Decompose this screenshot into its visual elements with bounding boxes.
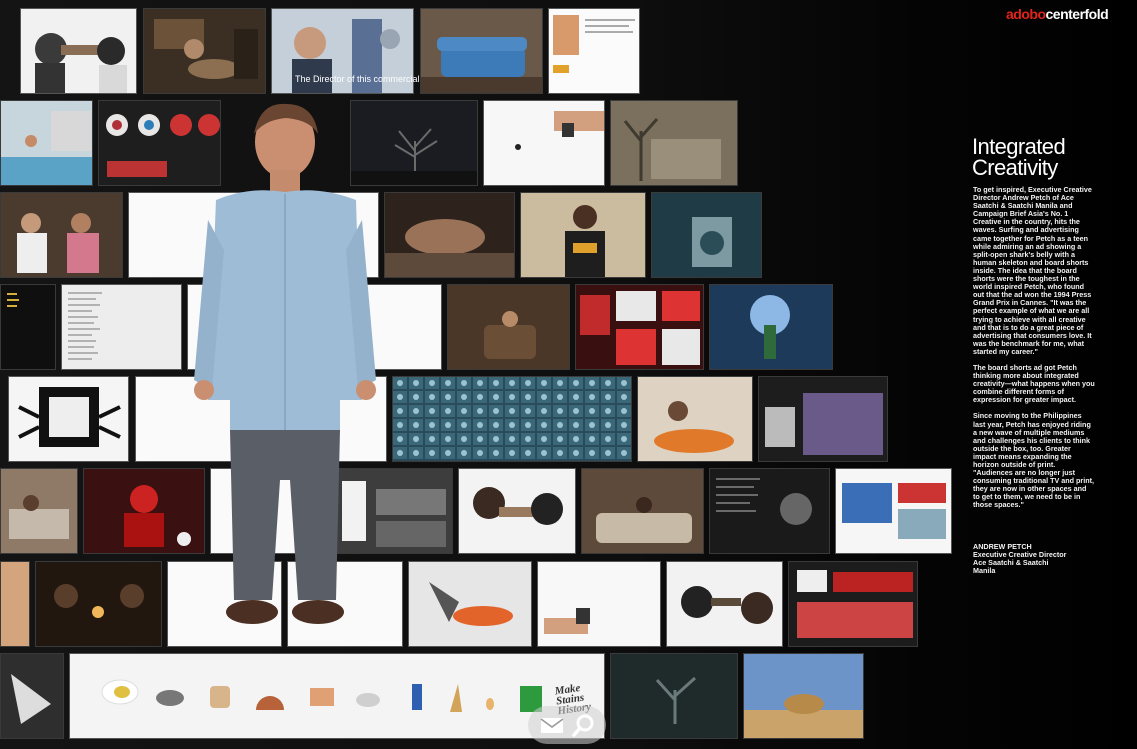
ad-image <box>521 193 645 277</box>
ad-image <box>611 654 737 738</box>
ad-thumb-pool-dive[interactable] <box>0 100 93 186</box>
ad-image <box>1 654 63 738</box>
ad-thumb-woman-sofa[interactable] <box>0 468 78 554</box>
ad-thumb-hand-in-mouth[interactable] <box>20 8 137 94</box>
ad-thumb-candle-couple[interactable] <box>35 561 162 647</box>
ad-thumb-sunbather[interactable] <box>637 376 753 462</box>
ad-image <box>21 9 136 93</box>
ad-image <box>1 285 55 369</box>
article-paragraph: The board shorts ad got Petch thinking m… <box>973 362 1095 405</box>
ad-image <box>759 377 887 461</box>
envelope-icon[interactable] <box>539 712 565 738</box>
ad-thumb-partial-dark[interactable] <box>0 653 64 739</box>
ad-image <box>710 469 829 553</box>
ad-thumb-stain-strip[interactable] <box>69 653 605 739</box>
director-caption: The Director of this commercial <box>295 74 420 84</box>
brand-logo-part2: centerfold <box>1045 6 1109 22</box>
ad-thumb-couple-sofa[interactable] <box>0 192 123 278</box>
article-title: Integrated Creativity <box>972 134 1112 180</box>
ad-thumb-restaurant[interactable] <box>143 8 266 94</box>
ad-thumb-sleeping-man[interactable] <box>384 192 515 278</box>
ad-thumb-game-box[interactable] <box>835 468 952 554</box>
ad-image <box>484 101 604 185</box>
ad-image <box>710 285 832 369</box>
ad-thumb-man-cap[interactable] <box>520 192 646 278</box>
ad-thumb-blue-sofa[interactable] <box>420 8 543 94</box>
article-paragraph: To get inspired, Executive Creative Dire… <box>973 185 1092 356</box>
ad-thumb-dark-list[interactable] <box>0 284 56 370</box>
article-paragraph: Since moving to the Philippines last yea… <box>973 411 1094 510</box>
ad-thumb-night-tree[interactable] <box>610 653 738 739</box>
ad-image <box>1 101 92 185</box>
andrew-petch-portrait <box>194 103 376 624</box>
ad-image <box>70 654 604 738</box>
ad-thumb-washing-machine[interactable] <box>651 192 762 278</box>
ad-image <box>144 9 265 93</box>
centerfold-page: The Director of this commercial Make Sta… <box>0 0 1137 749</box>
ad-image <box>549 9 639 93</box>
ad-thumb-melting-clocks[interactable] <box>743 653 864 739</box>
article-title-line1: Integrated <box>972 134 1066 159</box>
ad-image <box>421 9 542 93</box>
ad-image <box>409 562 531 646</box>
ad-thumb-man-armchair[interactable] <box>447 284 570 370</box>
ad-thumb-handwritten-list[interactable] <box>61 284 182 370</box>
ad-thumb-red-layout[interactable] <box>575 284 704 370</box>
ad-thumb-spider-bw[interactable] <box>8 376 129 462</box>
ad-image <box>62 285 181 369</box>
ad-thumb-collage-red[interactable] <box>788 561 918 647</box>
author-credit: ANDREW PETCH Executive Creative Director… <box>973 542 1103 576</box>
ad-image <box>36 562 161 646</box>
ad-thumb-devil-football[interactable] <box>83 468 205 554</box>
ad-image <box>667 562 782 646</box>
credit-city: Manila <box>973 566 996 576</box>
ad-thumb-fairy-light[interactable] <box>709 284 833 370</box>
brand-logo: adobocenterfold <box>1006 6 1109 22</box>
ad-thumb-grid-faces[interactable] <box>392 376 632 462</box>
ad-image <box>459 469 575 553</box>
ad-image <box>611 101 737 185</box>
ad-image <box>1 469 77 553</box>
ad-image <box>582 469 703 553</box>
ad-thumb-man-sofa-2[interactable] <box>581 468 704 554</box>
ad-thumb-dragon-fire[interactable] <box>408 561 532 647</box>
ad-thumb-bw-portrait[interactable] <box>709 468 830 554</box>
ad-image <box>576 285 703 369</box>
ad-thumb-collage-dark[interactable] <box>758 376 888 462</box>
ad-thumb-garage-tree[interactable] <box>610 100 738 186</box>
ad-thumb-print-layout[interactable] <box>548 8 640 94</box>
ad-image <box>1 193 122 277</box>
ad-image <box>652 193 761 277</box>
ad-thumb-spray-hand[interactable] <box>537 561 661 647</box>
magnifier-icon[interactable] <box>571 712 597 738</box>
ad-image <box>638 377 752 461</box>
ad-image <box>836 469 951 553</box>
brand-logo-part1: adobo <box>1006 6 1046 22</box>
ad-image <box>744 654 863 738</box>
article-body: To get inspired, Executive Creative Dire… <box>973 185 1095 518</box>
ad-thumb-hair-pull[interactable] <box>666 561 783 647</box>
floating-toolbar <box>528 706 606 744</box>
ad-image <box>9 377 128 461</box>
ad-image <box>538 562 660 646</box>
ad-image <box>393 377 631 461</box>
ad-image <box>448 285 569 369</box>
ad-image <box>84 469 204 553</box>
article-title-line2: Creativity <box>972 155 1058 180</box>
ad-thumb-spray-white[interactable] <box>483 100 605 186</box>
ad-image <box>385 193 514 277</box>
ad-thumb-partial-left[interactable] <box>0 561 30 647</box>
ad-thumb-hand-in-mouth-2[interactable] <box>458 468 576 554</box>
ad-image <box>789 562 917 646</box>
